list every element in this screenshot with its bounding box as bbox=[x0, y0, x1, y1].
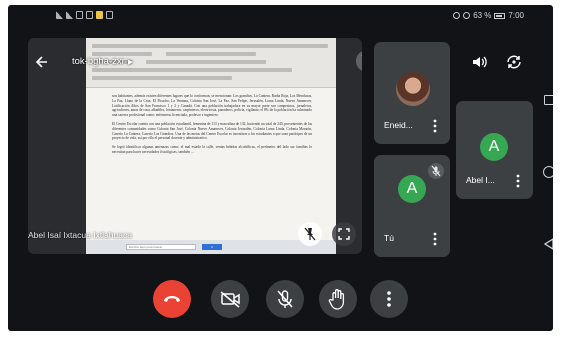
participant-tile[interactable]: Eneid... bbox=[374, 42, 450, 144]
location-icon bbox=[453, 12, 461, 19]
taskbar-button: Ir bbox=[202, 244, 222, 250]
switch-camera-button[interactable] bbox=[504, 52, 524, 72]
recents-button[interactable] bbox=[544, 95, 553, 105]
mic-off-icon bbox=[431, 165, 441, 177]
back-button[interactable] bbox=[34, 54, 50, 70]
android-nav-bar bbox=[535, 65, 553, 285]
avatar: A bbox=[480, 133, 508, 161]
doc-paragraph: El Centro Escolar cuenta con una poblaci… bbox=[112, 121, 312, 141]
fullscreen-icon bbox=[338, 228, 350, 240]
mic-off-icon bbox=[361, 55, 362, 57]
speaker-icon bbox=[473, 56, 487, 68]
raise-hand-button[interactable] bbox=[319, 280, 357, 318]
back-triangle-icon bbox=[543, 238, 553, 250]
app-notification-icon bbox=[96, 11, 103, 19]
status-icons-right: 63 % 7:00 bbox=[453, 11, 524, 20]
participant-options-button[interactable] bbox=[516, 173, 520, 189]
signal-icon bbox=[66, 11, 73, 19]
signal-icon bbox=[56, 11, 63, 19]
end-call-button[interactable] bbox=[153, 280, 191, 318]
more-vert-icon bbox=[433, 119, 437, 133]
meeting-code-button[interactable]: tok-bgha-zxr ▶ bbox=[72, 56, 133, 67]
arrow-left-icon bbox=[35, 56, 47, 68]
more-options-button[interactable] bbox=[370, 280, 408, 318]
avatar: A bbox=[398, 175, 426, 203]
doc-paragraph: Se logró identificar algunas amenazas co… bbox=[112, 145, 312, 154]
avatar-photo bbox=[396, 72, 430, 106]
pin-off-icon bbox=[304, 227, 316, 241]
more-vert-icon bbox=[433, 232, 437, 246]
camera-off-icon bbox=[220, 291, 240, 308]
wifi-icon bbox=[76, 11, 83, 19]
taskbar-search: Escribe aquí para buscar bbox=[126, 244, 196, 250]
mic-toggle-button[interactable] bbox=[266, 280, 304, 318]
screen-share-tile[interactable]: son habitantes, además existen diferente… bbox=[28, 38, 362, 254]
phone-hangup-icon bbox=[164, 296, 180, 302]
instagram-icon bbox=[106, 11, 113, 19]
chevron-right-icon: ▶ bbox=[127, 59, 134, 66]
status-icons-left bbox=[56, 11, 113, 19]
participant-options-button[interactable] bbox=[433, 118, 437, 134]
status-bar: 63 % 7:00 bbox=[8, 5, 528, 27]
presenter-muted-indicator bbox=[356, 50, 362, 72]
home-button[interactable] bbox=[543, 166, 553, 178]
document-text: son habitantes, además existen diferente… bbox=[112, 94, 312, 159]
battery-icon bbox=[494, 12, 506, 19]
participant-tile[interactable]: A Abel I... bbox=[456, 101, 533, 199]
meeting-code: tok-bgha-zxr bbox=[72, 56, 125, 67]
more-vert-icon bbox=[387, 291, 391, 307]
fullscreen-button[interactable] bbox=[332, 222, 356, 246]
unpin-button[interactable] bbox=[298, 222, 322, 246]
vibrate-icon bbox=[463, 12, 471, 19]
hand-icon bbox=[328, 289, 345, 310]
participant-name: Eneid... bbox=[384, 120, 413, 130]
participant-options-button[interactable] bbox=[433, 231, 437, 247]
presenter-name: Abel Isaí Ixtacua Ixtlahuaca bbox=[28, 230, 132, 240]
participant-name: Abel I... bbox=[466, 175, 495, 185]
meet-call-screen: 63 % 7:00 son habitantes, además existen… bbox=[8, 5, 553, 331]
self-tile[interactable]: A Tú bbox=[374, 155, 450, 257]
switch-camera-icon bbox=[507, 55, 521, 69]
participant-name: Tú bbox=[384, 233, 394, 243]
notification-icon bbox=[86, 11, 93, 19]
battery-percent: 63 % bbox=[473, 11, 492, 20]
camera-toggle-button[interactable] bbox=[211, 280, 249, 318]
audio-output-button[interactable] bbox=[470, 53, 488, 71]
clock: 7:00 bbox=[508, 11, 524, 20]
self-muted-indicator bbox=[428, 163, 444, 179]
doc-paragraph: son habitantes, además existen diferente… bbox=[112, 94, 312, 118]
more-vert-icon bbox=[516, 174, 520, 188]
nav-back-button[interactable] bbox=[543, 237, 553, 250]
mic-off-icon bbox=[277, 290, 293, 308]
